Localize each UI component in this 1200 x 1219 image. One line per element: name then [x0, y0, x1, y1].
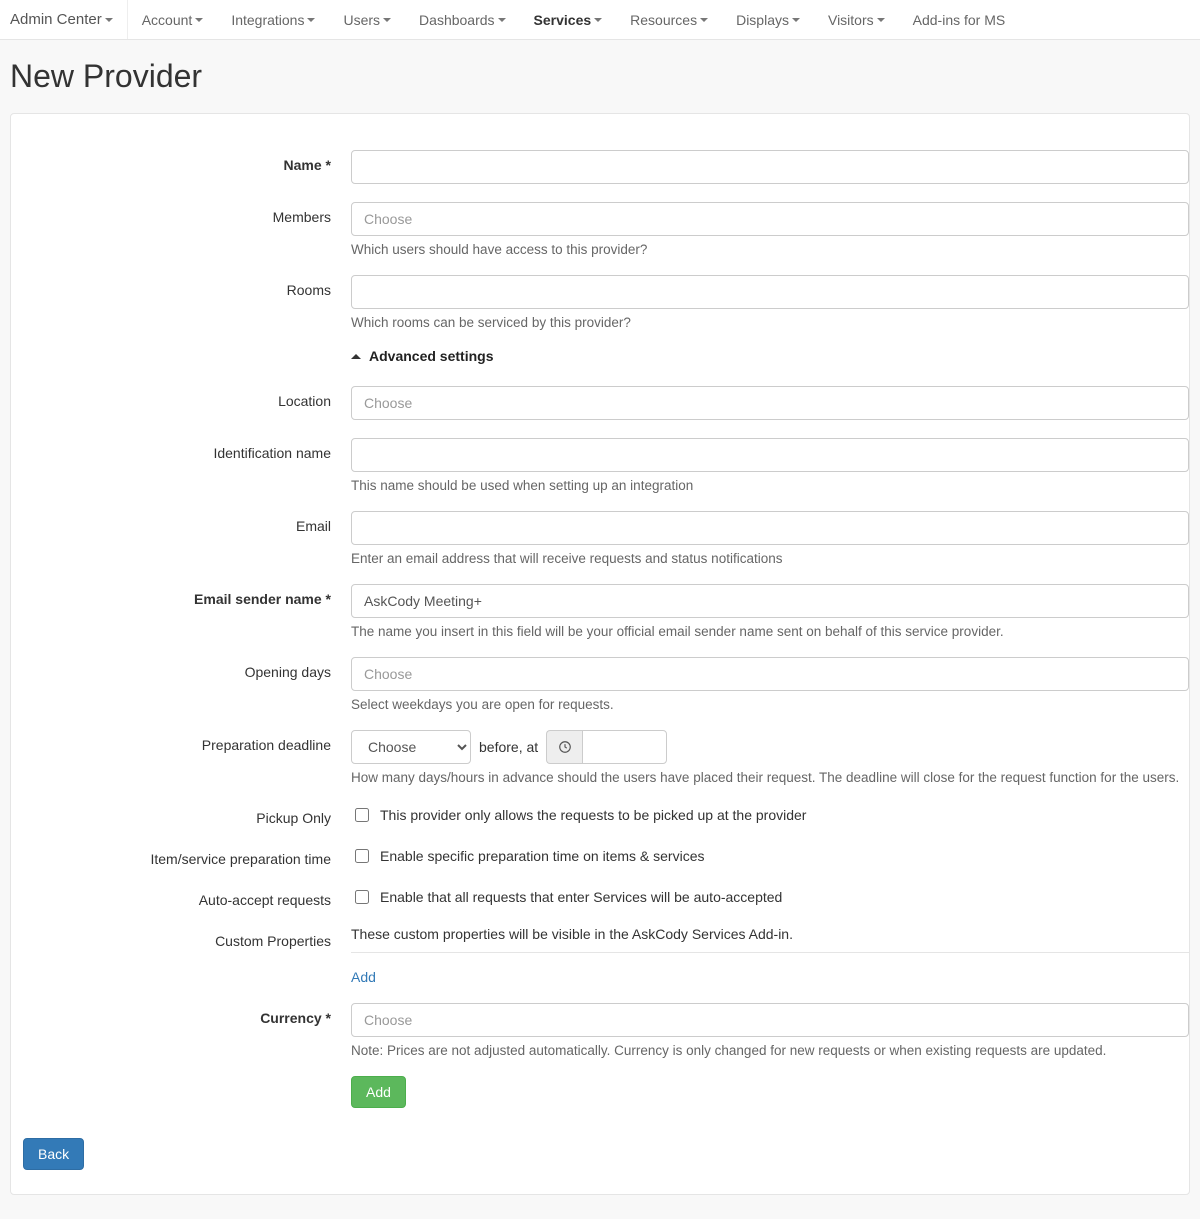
email-sender-help: The name you insert in this field will b…: [351, 624, 1189, 639]
chevron-down-icon: [877, 18, 885, 22]
members-input[interactable]: [351, 202, 1189, 236]
custom-props-label: Custom Properties: [11, 926, 351, 949]
chevron-down-icon: [498, 18, 506, 22]
custom-props-help: These custom properties will be visible …: [351, 926, 1189, 942]
nav-items: Account Integrations Users Dashboards Servic…: [128, 0, 1020, 39]
rooms-label: Rooms: [11, 275, 351, 298]
members-help: Which users should have access to this p…: [351, 242, 1189, 257]
identification-label: Identification name: [11, 438, 351, 461]
pickup-only-label: Pickup Only: [11, 803, 351, 826]
currency-input[interactable]: [351, 1003, 1189, 1037]
chevron-down-icon: [105, 18, 113, 22]
chevron-down-icon: [195, 18, 203, 22]
identification-help: This name should be used when setting up…: [351, 478, 1189, 493]
auto-accept-row[interactable]: Enable that all requests that enter Serv…: [351, 885, 1189, 907]
name-input[interactable]: [351, 150, 1189, 184]
nav-item-label: Integrations: [231, 12, 304, 28]
nav-item-users[interactable]: Users: [329, 0, 405, 39]
auto-accept-checkbox[interactable]: [355, 890, 369, 904]
pickup-only-checkbox[interactable]: [355, 808, 369, 822]
nav-item-visitors[interactable]: Visitors: [814, 0, 899, 39]
prep-time-text: Enable specific preparation time on item…: [380, 848, 704, 864]
location-input[interactable]: [351, 386, 1189, 420]
form-panel: Name * Members Which users should have a…: [10, 113, 1190, 1195]
nav-item-label: Dashboards: [419, 12, 495, 28]
nav-item-label: Resources: [630, 12, 697, 28]
nav-item-resources[interactable]: Resources: [616, 0, 722, 39]
nav-brand[interactable]: Admin Center: [0, 0, 128, 39]
currency-help: Note: Prices are not adjusted automatica…: [351, 1043, 1189, 1058]
prep-deadline-before-at: before, at: [479, 739, 538, 755]
chevron-down-icon: [383, 18, 391, 22]
opening-days-help: Select weekdays you are open for request…: [351, 697, 1189, 712]
prep-deadline-time-input[interactable]: [582, 730, 667, 764]
email-input[interactable]: [351, 511, 1189, 545]
nav-item-label: Displays: [736, 12, 789, 28]
nav-item-displays[interactable]: Displays: [722, 0, 814, 39]
add-button[interactable]: Add: [351, 1076, 406, 1108]
chevron-down-icon: [594, 18, 602, 22]
rooms-help: Which rooms can be serviced by this prov…: [351, 315, 1189, 330]
opening-days-input[interactable]: [351, 657, 1189, 691]
page-title: New Provider: [10, 58, 1200, 95]
nav-item-label: Services: [534, 12, 592, 28]
advanced-settings-label: Advanced settings: [369, 348, 493, 364]
name-label: Name *: [11, 150, 351, 173]
prep-time-label: Item/service preparation time: [11, 844, 351, 867]
rooms-input[interactable]: [351, 275, 1189, 309]
back-button[interactable]: Back: [23, 1138, 84, 1170]
nav-item-add-ins-for-ms[interactable]: Add-ins for MS: [899, 0, 1020, 39]
nav-item-label: Account: [142, 12, 193, 28]
email-sender-label: Email sender name *: [11, 584, 351, 607]
custom-props-add-link[interactable]: Add: [351, 969, 376, 985]
nav-item-label: Add-ins for MS: [913, 12, 1006, 28]
members-label: Members: [11, 202, 351, 225]
caret-up-icon: [351, 354, 361, 359]
nav-item-integrations[interactable]: Integrations: [217, 0, 329, 39]
divider: [351, 952, 1189, 953]
auto-accept-label: Auto-accept requests: [11, 885, 351, 908]
prep-deadline-label: Preparation deadline: [11, 730, 351, 753]
clock-icon: [546, 730, 582, 764]
pickup-only-row[interactable]: This provider only allows the requests t…: [351, 803, 1189, 825]
top-navbar: Admin Center Account Integrations Users Das…: [0, 0, 1200, 40]
nav-item-dashboards[interactable]: Dashboards: [405, 0, 520, 39]
advanced-settings-toggle[interactable]: Advanced settings: [351, 348, 1189, 364]
email-label: Email: [11, 511, 351, 534]
chevron-down-icon: [700, 18, 708, 22]
nav-item-label: Visitors: [828, 12, 874, 28]
pickup-only-text: This provider only allows the requests t…: [380, 807, 806, 823]
identification-input[interactable]: [351, 438, 1189, 472]
email-help: Enter an email address that will receive…: [351, 551, 1189, 566]
nav-item-account[interactable]: Account: [128, 0, 218, 39]
opening-days-label: Opening days: [11, 657, 351, 680]
location-label: Location: [11, 386, 351, 409]
auto-accept-text: Enable that all requests that enter Serv…: [380, 889, 782, 905]
nav-item-label: Users: [343, 12, 380, 28]
nav-brand-label: Admin Center: [10, 11, 102, 28]
chevron-down-icon: [792, 18, 800, 22]
chevron-down-icon: [307, 18, 315, 22]
prep-time-row[interactable]: Enable specific preparation time on item…: [351, 844, 1189, 866]
nav-item-services[interactable]: Services: [520, 0, 617, 39]
currency-label: Currency *: [11, 1003, 351, 1026]
prep-deadline-help: How many days/hours in advance should th…: [351, 770, 1189, 785]
prep-time-checkbox[interactable]: [355, 849, 369, 863]
prep-deadline-select[interactable]: Choose: [351, 730, 471, 764]
email-sender-input[interactable]: [351, 584, 1189, 618]
